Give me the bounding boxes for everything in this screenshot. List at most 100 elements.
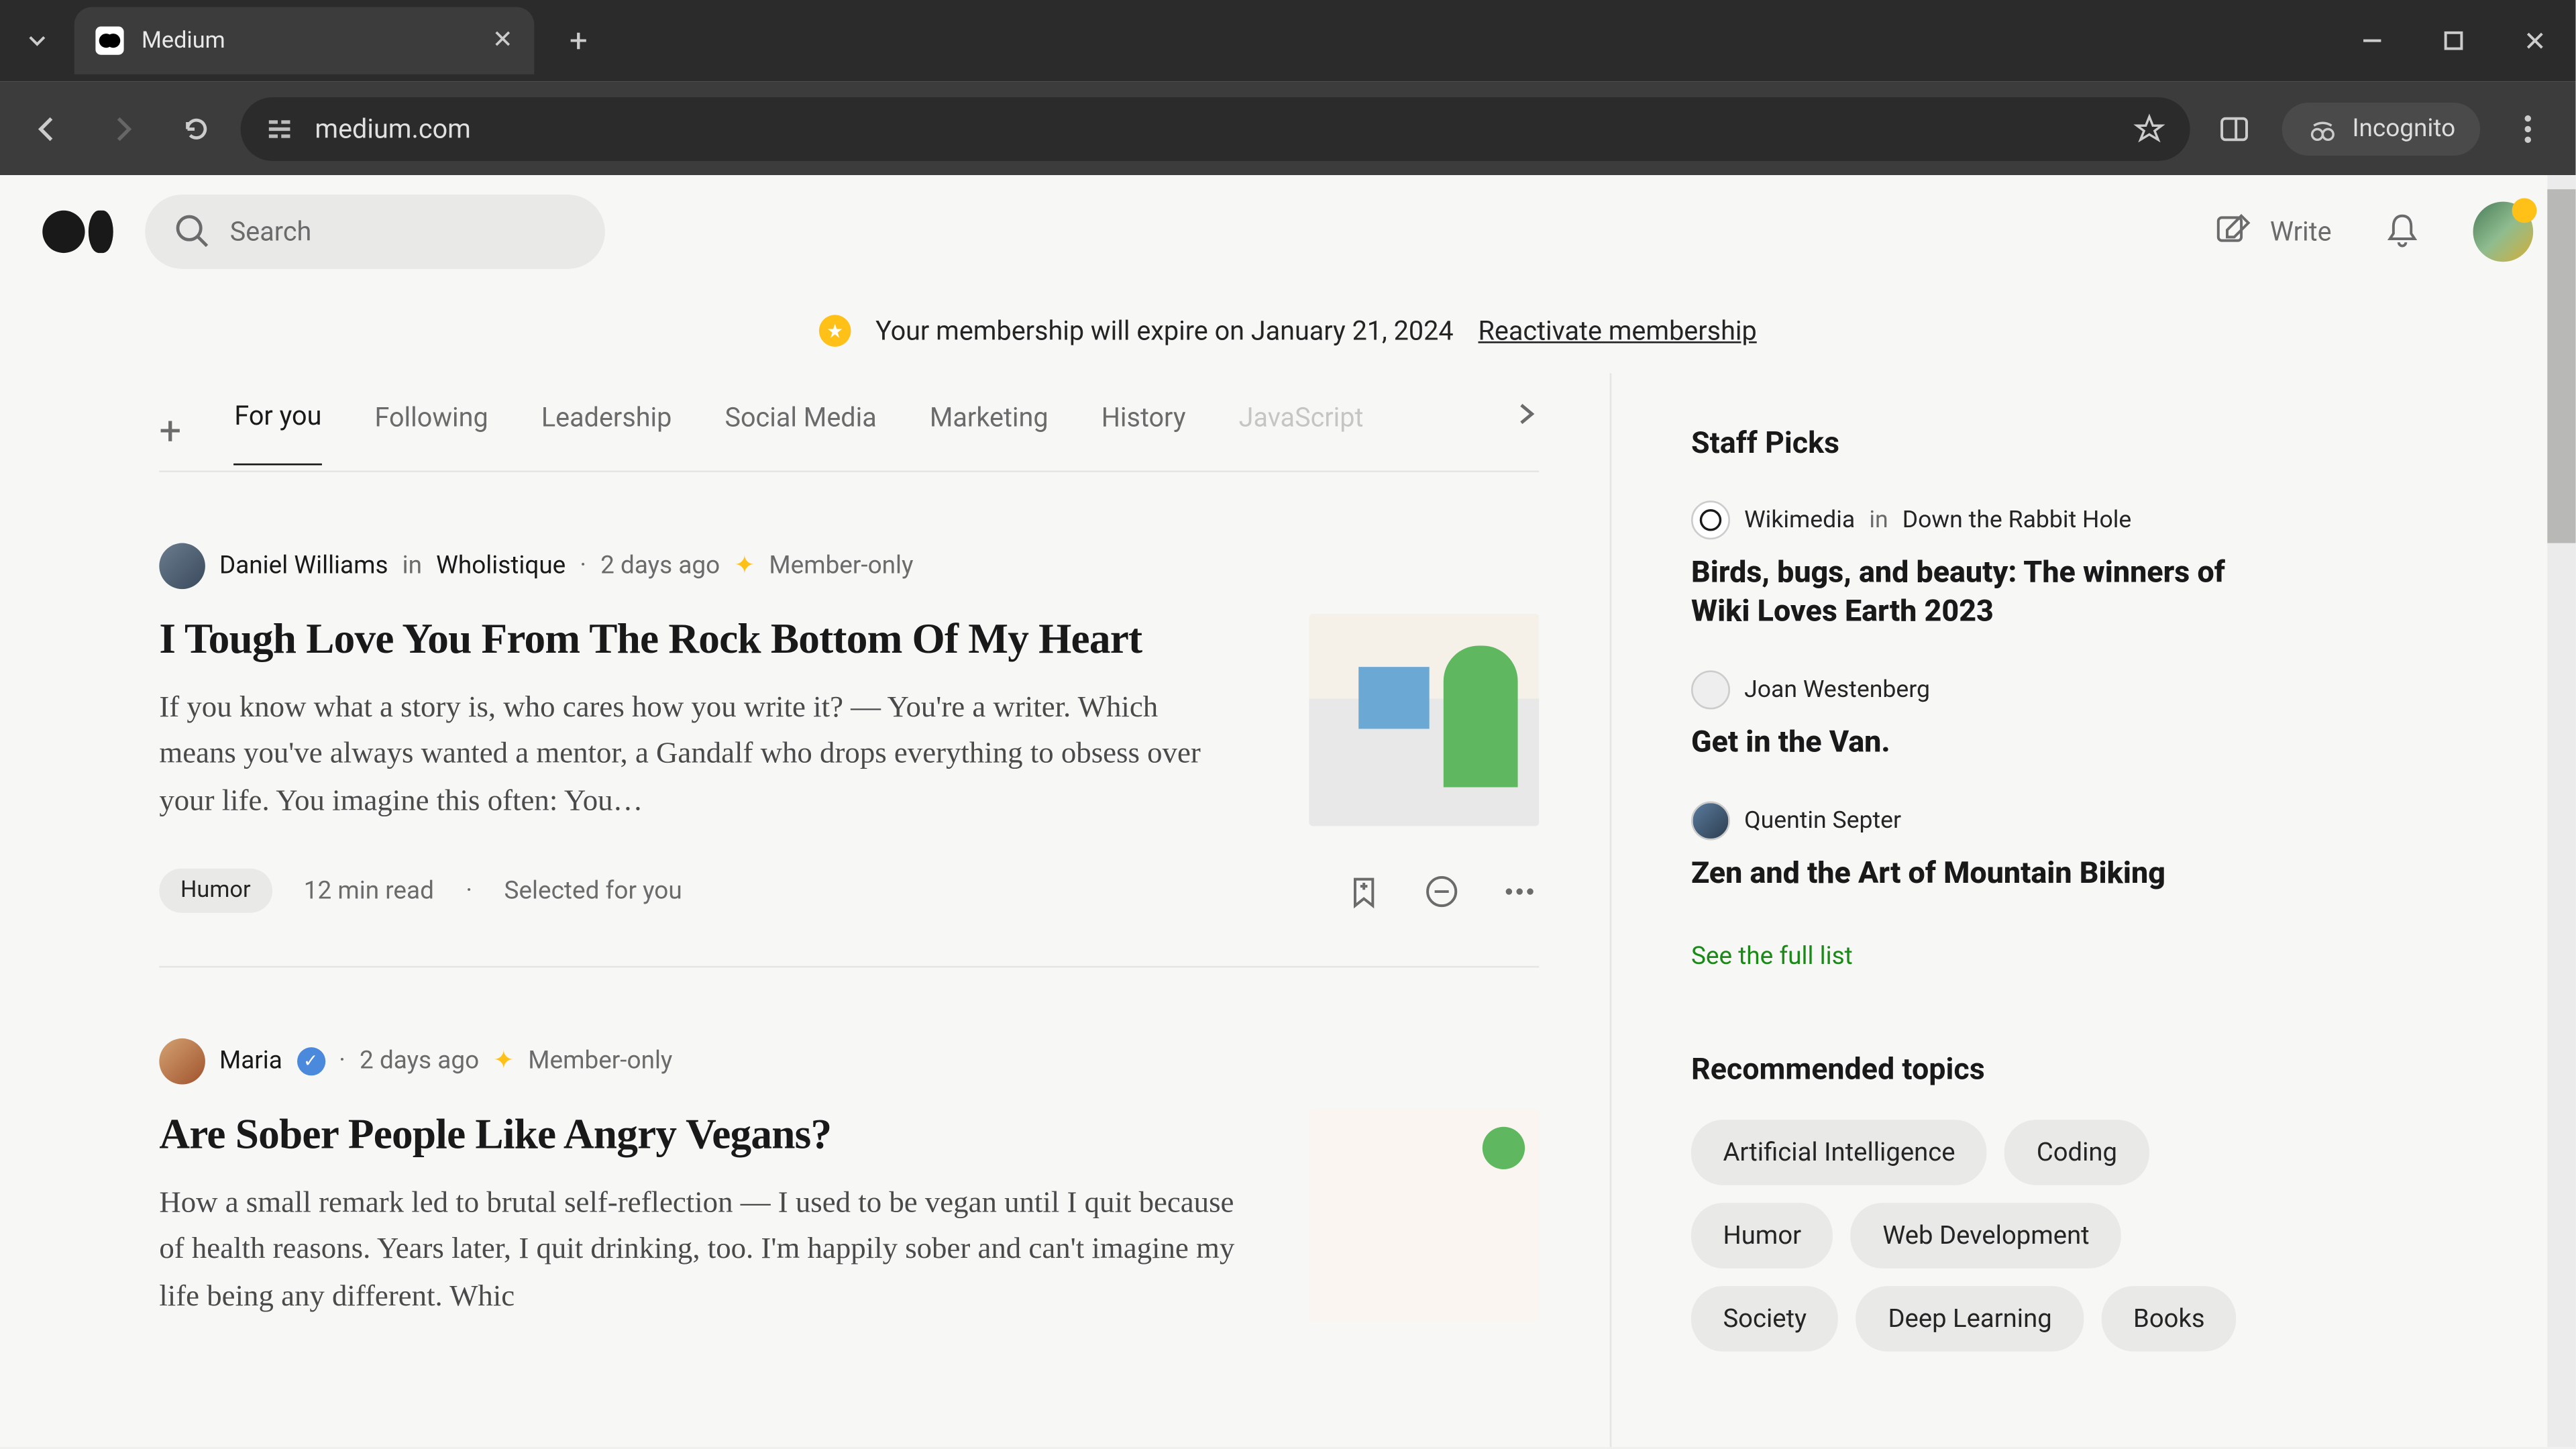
sidebar-column: Staff Picks Wikimedia in Down the Rabbit…	[1610, 373, 2282, 1447]
post-title: Are Sober People Like Angry Vegans?	[159, 1109, 1238, 1162]
back-button[interactable]	[17, 98, 78, 158]
pick-author-avatar	[1691, 802, 1730, 841]
minus-circle-icon	[1422, 871, 1461, 910]
staff-pick-item[interactable]: Quentin Septer Zen and the Art of Mounta…	[1691, 802, 2282, 894]
tab-title: Medium	[142, 28, 474, 54]
pick-author-avatar	[1691, 500, 1730, 539]
window-controls	[2332, 0, 2576, 81]
tab-social-media[interactable]: Social Media	[724, 400, 876, 464]
bookmark-add-icon	[1344, 871, 1383, 910]
url-field[interactable]: medium.com	[241, 97, 2190, 160]
post-link[interactable]: I Tough Love You From The Rock Bottom Of…	[159, 614, 1238, 826]
write-button[interactable]: Write	[2214, 212, 2332, 251]
tab-search-dropdown[interactable]	[11, 14, 64, 67]
scrollbar-thumb[interactable]	[2547, 189, 2575, 543]
bookmark-star-icon[interactable]	[2133, 112, 2164, 144]
topic-pill[interactable]: Humor	[1691, 1203, 1833, 1269]
scrollbar-track[interactable]	[2547, 175, 2575, 1447]
author-avatar[interactable]	[159, 543, 205, 590]
incognito-indicator[interactable]: Incognito	[2282, 102, 2480, 155]
write-icon	[2214, 212, 2253, 251]
favicon-medium	[95, 27, 123, 55]
save-button[interactable]	[1344, 871, 1383, 910]
member-star-icon: ✦	[493, 1047, 514, 1075]
bell-icon	[2381, 211, 2423, 253]
tab-for-you[interactable]: For you	[234, 400, 321, 466]
tab-history[interactable]: History	[1102, 400, 1186, 464]
author-name[interactable]: Daniel Williams	[219, 552, 388, 580]
reload-button[interactable]	[166, 98, 227, 158]
notifications-button[interactable]	[2381, 211, 2423, 253]
close-tab-icon[interactable]: ✕	[492, 27, 513, 55]
author-name[interactable]: Maria	[219, 1047, 282, 1075]
tab-leadership[interactable]: Leadership	[541, 400, 672, 464]
staff-pick-item[interactable]: Wikimedia in Down the Rabbit Hole Birds,…	[1691, 500, 2282, 632]
selected-for-you: Selected for you	[504, 877, 682, 905]
topic-pill[interactable]: Coding	[2004, 1120, 2149, 1186]
add-topic-button[interactable]: +	[159, 411, 181, 455]
tab-marketing[interactable]: Marketing	[930, 400, 1049, 464]
in-label: in	[402, 552, 422, 580]
site-info-icon[interactable]	[266, 114, 294, 142]
url-text: medium.com	[315, 112, 470, 144]
staff-picks-heading: Staff Picks	[1691, 427, 2282, 462]
side-panel-icon[interactable]	[2204, 98, 2264, 158]
topic-pill[interactable]: Society	[1691, 1287, 1839, 1352]
incognito-label: Incognito	[2352, 114, 2455, 142]
publication-name[interactable]: Wholistique	[436, 552, 566, 580]
more-horizontal-icon	[1500, 871, 1539, 910]
pick-author: Quentin Septer	[1744, 807, 1901, 835]
read-time: 12 min read	[304, 877, 434, 905]
post-excerpt: If you know what a story is, who cares h…	[159, 685, 1238, 824]
feed-post: Daniel Williams in Wholistique · 2 days …	[159, 472, 1539, 913]
membership-banner: Your membership will expire on January 2…	[0, 288, 2575, 374]
staff-pick-item[interactable]: Joan Westenberg Get in the Van.	[1691, 671, 2282, 763]
see-full-list-link[interactable]: See the full list	[1691, 944, 1853, 972]
separator: ·	[466, 877, 472, 905]
browser-menu-icon[interactable]	[2498, 98, 2558, 158]
post-thumbnail[interactable]	[1309, 1109, 1539, 1321]
close-window-button[interactable]	[2494, 0, 2575, 81]
post-thumbnail[interactable]	[1309, 614, 1539, 826]
tabs-scroll-right[interactable]	[1514, 402, 1539, 427]
member-star-icon: ✦	[734, 552, 755, 580]
member-only-label: Member-only	[769, 552, 913, 580]
feed-tabs: + For you Following Leadership Social Me…	[159, 373, 1539, 472]
medium-logo[interactable]	[42, 211, 113, 253]
post-tag[interactable]: Humor	[159, 869, 272, 913]
post-date: 2 days ago	[360, 1047, 479, 1075]
search-input[interactable]: Search	[145, 195, 605, 269]
topic-pill[interactable]: Books	[2102, 1287, 2237, 1352]
pick-title: Zen and the Art of Mountain Biking	[1691, 855, 2282, 894]
separator: ·	[339, 1047, 345, 1075]
tab-following[interactable]: Following	[375, 400, 488, 464]
more-button[interactable]	[1500, 871, 1539, 910]
address-bar: medium.com Incognito	[0, 81, 2575, 175]
post-link[interactable]: Are Sober People Like Angry Vegans? How …	[159, 1109, 1238, 1321]
pick-title: Birds, bugs, and beauty: The winners of …	[1691, 553, 2282, 632]
membership-badge-icon	[819, 315, 851, 346]
in-label: in	[1869, 506, 1888, 534]
search-placeholder: Search	[230, 216, 312, 248]
show-less-button[interactable]	[1422, 871, 1461, 910]
pick-author: Wikimedia	[1744, 506, 1855, 534]
feed-column: + For you Following Leadership Social Me…	[159, 373, 1609, 1447]
user-avatar[interactable]	[2473, 202, 2534, 262]
page-content: Search Write Your membership will expire…	[0, 175, 2575, 1447]
tab-javascript[interactable]: JavaScript	[1239, 400, 1364, 464]
post-title: I Tough Love You From The Rock Bottom Of…	[159, 614, 1238, 667]
post-date: 2 days ago	[600, 552, 720, 580]
banner-message: Your membership will expire on January 2…	[875, 315, 1454, 346]
minimize-button[interactable]	[2332, 0, 2413, 81]
topic-pill[interactable]: Artificial Intelligence	[1691, 1120, 1987, 1186]
author-avatar[interactable]	[159, 1038, 205, 1085]
reactivate-link[interactable]: Reactivate membership	[1479, 315, 1757, 346]
forward-button[interactable]	[92, 98, 152, 158]
new-tab-button[interactable]: +	[552, 14, 605, 67]
maximize-button[interactable]	[2413, 0, 2494, 81]
browser-tab-strip: Medium ✕ +	[0, 0, 2575, 81]
topic-pill[interactable]: Deep Learning	[1856, 1287, 2084, 1352]
browser-tab-active[interactable]: Medium ✕	[74, 7, 535, 74]
topic-pill[interactable]: Web Development	[1851, 1203, 2121, 1269]
pick-title: Get in the Van.	[1691, 724, 2282, 763]
